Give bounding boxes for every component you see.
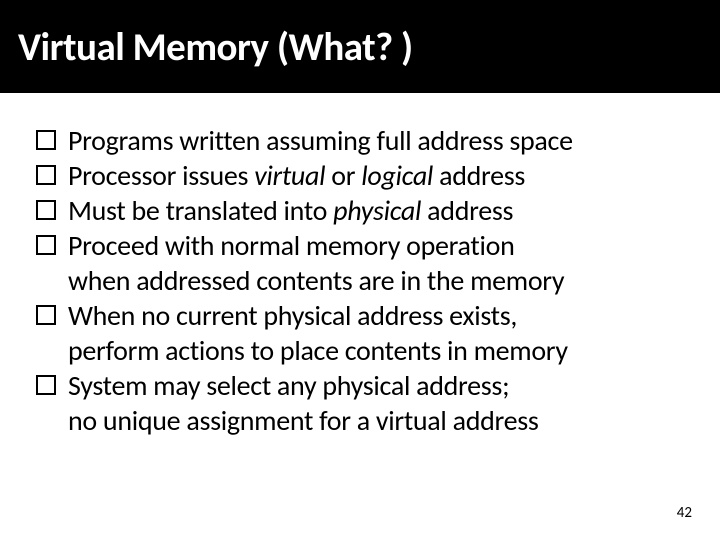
list-item: Must be translated into physical address: [36, 193, 684, 228]
bullet-text: Processor issues virtual or logical addr…: [68, 158, 684, 193]
list-item: Proceed with normal memory operationwhen…: [36, 228, 684, 298]
square-bullet-icon: [36, 375, 56, 395]
list-item: System may select any physical address;n…: [36, 368, 684, 438]
bullet-text: When no current physical address exists,…: [68, 298, 684, 368]
square-bullet-icon: [36, 130, 56, 150]
slide-title: Virtual Memory (What? ): [18, 24, 702, 71]
bullet-text: System may select any physical address;n…: [68, 368, 684, 438]
square-bullet-icon: [36, 305, 56, 325]
bullet-text: Must be translated into physical address: [68, 193, 684, 228]
title-bar: Virtual Memory (What? ): [0, 0, 720, 93]
bullet-list: Programs written assuming full address s…: [36, 123, 684, 438]
list-item: When no current physical address exists,…: [36, 298, 684, 368]
slide-content: Programs written assuming full address s…: [0, 93, 720, 438]
square-bullet-icon: [36, 200, 56, 220]
page-number: 42: [677, 504, 692, 522]
square-bullet-icon: [36, 165, 56, 185]
list-item: Processor issues virtual or logical addr…: [36, 158, 684, 193]
bullet-text: Programs written assuming full address s…: [68, 123, 684, 158]
list-item: Programs written assuming full address s…: [36, 123, 684, 158]
square-bullet-icon: [36, 235, 56, 255]
bullet-text: Proceed with normal memory operationwhen…: [68, 228, 684, 298]
